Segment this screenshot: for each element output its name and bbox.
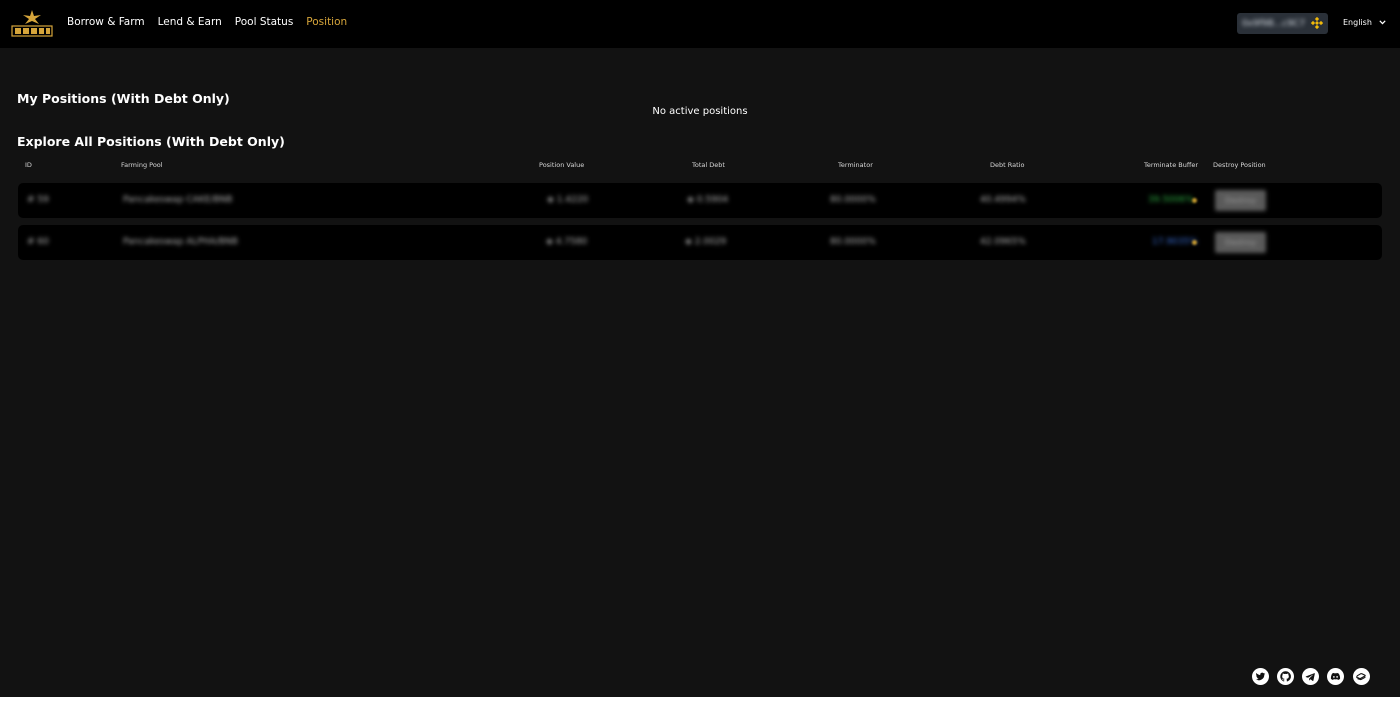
no-positions-message: No active positions [652,106,748,117]
wallet-address: 0x9f9B...c9C7 [1241,18,1306,29]
col-header-position-value: Position Value [539,161,585,169]
language-selector[interactable]: English [1343,18,1386,27]
github-icon[interactable] [1277,668,1294,685]
chevron-down-icon [1379,18,1386,27]
destroy-button[interactable]: Destroy [1215,232,1266,253]
nav-pool-status[interactable]: Pool Status [235,16,294,28]
position-id: # 60 [27,237,49,247]
col-header-terminate-buffer: Terminate Buffer [1144,161,1199,169]
terminate-buffer: 39.5006% [1148,195,1194,205]
terminator: 80.0000% [830,237,876,247]
nav-lend-earn[interactable]: Lend & Earn [158,16,222,28]
terminator: 80.0000% [830,195,876,205]
table-row: # 60 Pancakeswap ALPHA/BNB ◈ 4.7580 ◈ 2.… [18,225,1382,260]
explore-positions-title: Explore All Positions (With Debt Only) [17,134,285,149]
position-value: ◈ 4.7580 [546,237,588,247]
total-debt: ◈ 0.5904 [687,195,729,205]
col-header-terminator: Terminator [838,161,873,169]
app-root: Borrow & Farm Lend & Earn Pool Status Po… [0,0,1400,697]
bnb-icon [1310,14,1324,33]
position-id: # 59 [27,195,49,205]
discord-icon[interactable] [1327,668,1344,685]
wallet-button[interactable]: 0x9f9B...c9C7 [1237,13,1328,34]
col-header-id: ID [25,161,32,169]
gitbook-icon[interactable] [1353,668,1370,685]
destroy-button[interactable]: Destroy [1215,190,1266,211]
total-debt: ◈ 2.0029 [685,237,727,247]
col-header-total-debt: Total Debt [692,161,725,169]
farming-pool: Pancakeswap CAKE/BNB [123,195,233,205]
language-label: English [1343,18,1372,27]
debt-ratio: 42.0965% [980,237,1026,247]
twitter-icon[interactable] [1252,668,1269,685]
terminate-buffer: 17.9035% [1152,237,1198,247]
debt-ratio: 40.4994% [980,195,1026,205]
buffer-status-icon [1192,240,1197,245]
farming-pool: Pancakeswap ALPHA/BNB [123,237,238,247]
table-row: # 59 Pancakeswap CAKE/BNB ◈ 1.4220 ◈ 0.5… [18,183,1382,218]
nav-borrow-farm[interactable]: Borrow & Farm [67,16,145,28]
position-value: ◈ 1.4220 [547,195,589,205]
my-positions-title: My Positions (With Debt Only) [17,91,230,106]
main-nav: Borrow & Farm Lend & Earn Pool Status Po… [67,16,347,28]
top-navbar: Borrow & Farm Lend & Earn Pool Status Po… [0,0,1400,48]
nav-position[interactable]: Position [306,16,347,28]
col-header-farming-pool: Farming Pool [121,161,163,169]
space-logo[interactable] [11,8,53,38]
buffer-status-icon [1192,198,1197,203]
col-header-debt-ratio: Debt Ratio [990,161,1025,169]
telegram-icon[interactable] [1302,668,1319,685]
col-header-destroy-position: Destroy Position [1213,161,1266,169]
